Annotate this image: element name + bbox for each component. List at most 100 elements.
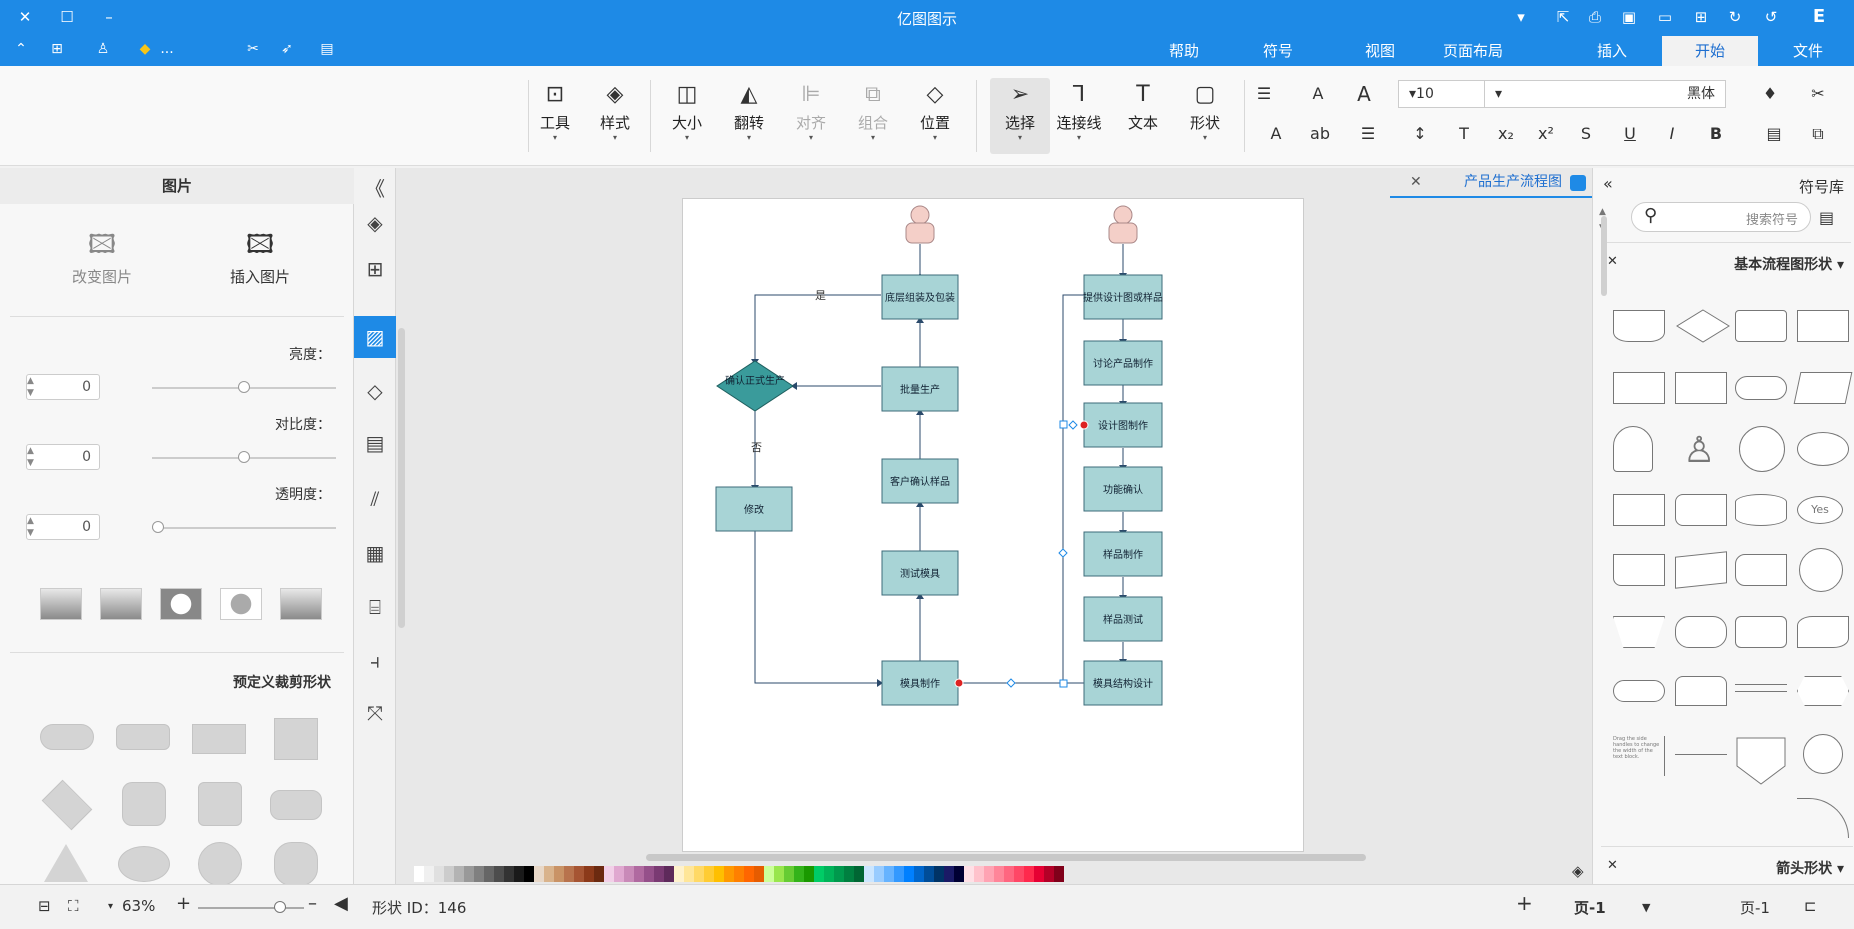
section-arrow-shapes[interactable]: 箭头形状 ▾ bbox=[1776, 858, 1844, 878]
redo-icon[interactable]: ↻ bbox=[1724, 6, 1746, 28]
shape-actor[interactable] bbox=[1613, 426, 1653, 472]
color-swatch[interactable] bbox=[824, 866, 834, 882]
crop-shape-ellipse[interactable] bbox=[118, 846, 170, 882]
actor-icon[interactable] bbox=[905, 205, 935, 244]
color-swatch[interactable] bbox=[884, 866, 894, 882]
shape-parallel-mode[interactable] bbox=[1735, 684, 1787, 692]
color-swatch[interactable] bbox=[814, 866, 824, 882]
document-tab[interactable]: ✕ 产品生产流程图 bbox=[1390, 168, 1592, 198]
increase-font-icon[interactable]: A bbox=[1352, 82, 1376, 106]
collapse-library-icon[interactable]: « bbox=[1603, 174, 1613, 193]
color-swatch[interactable] bbox=[904, 866, 914, 882]
layers-icon[interactable]: ◇ bbox=[360, 376, 390, 406]
shape-offpage[interactable] bbox=[1723, 737, 1786, 832]
color-swatch[interactable] bbox=[554, 866, 564, 882]
connection-point[interactable] bbox=[1079, 420, 1089, 430]
fill-icon[interactable]: ◈ bbox=[360, 208, 390, 238]
fit-width-icon[interactable]: ⊟ bbox=[38, 897, 51, 915]
contrast-knob[interactable] bbox=[238, 451, 250, 463]
crop-shape-square[interactable] bbox=[274, 718, 318, 760]
color-swatch[interactable] bbox=[754, 866, 764, 882]
position-button[interactable]: ◇ 位置 ▾ bbox=[910, 78, 960, 154]
color-swatch[interactable] bbox=[984, 866, 994, 882]
shape-decision[interactable] bbox=[1675, 308, 1731, 344]
color-swatch[interactable] bbox=[994, 866, 1004, 882]
fill-picker-icon[interactable]: ◈ bbox=[1572, 862, 1584, 880]
crop-shape-rounded-rect[interactable] bbox=[116, 724, 170, 750]
color-swatch[interactable] bbox=[524, 866, 534, 882]
shape-button[interactable]: ▢ 形状 ▾ bbox=[1180, 78, 1230, 154]
color-swatch[interactable] bbox=[414, 866, 424, 882]
color-swatch[interactable] bbox=[514, 866, 524, 882]
color-swatch[interactable] bbox=[594, 866, 604, 882]
shape-display[interactable] bbox=[1675, 616, 1727, 648]
color-swatch[interactable] bbox=[924, 866, 934, 882]
color-swatch[interactable] bbox=[604, 866, 614, 882]
color-swatch[interactable] bbox=[724, 866, 734, 882]
page-dropdown-icon[interactable]: ▼ bbox=[1642, 901, 1650, 914]
image-effect-thumb[interactable] bbox=[100, 588, 142, 620]
grid-icon[interactable]: ⊞ bbox=[46, 38, 68, 60]
expand-icon[interactable]: ⤧ bbox=[360, 698, 390, 728]
vertical-scrollbar[interactable] bbox=[398, 328, 405, 628]
shirt-icon[interactable]: ♙ bbox=[92, 38, 114, 60]
share-icon[interactable]: ▾ bbox=[1510, 6, 1532, 28]
table-icon[interactable]: ▦ bbox=[360, 538, 390, 568]
color-swatch[interactable] bbox=[1054, 866, 1064, 882]
cut-icon[interactable]: ✂ bbox=[1806, 82, 1830, 106]
connection-point[interactable] bbox=[954, 678, 964, 688]
save-icon[interactable]: ▣ bbox=[1618, 6, 1640, 28]
brightness-spinner[interactable]: ▲ ▼ 0 bbox=[26, 374, 100, 400]
zoom-out-icon[interactable]: – bbox=[308, 893, 317, 914]
color-swatch[interactable] bbox=[444, 866, 454, 882]
color-swatch[interactable] bbox=[834, 866, 844, 882]
close-tab-icon[interactable]: ✕ bbox=[1410, 168, 1422, 196]
tab-help[interactable]: 帮助 bbox=[1146, 36, 1222, 66]
color-swatch[interactable] bbox=[734, 866, 744, 882]
tab-insert[interactable]: 插入 bbox=[1570, 36, 1654, 66]
tab-symbols[interactable]: 符号 bbox=[1236, 36, 1320, 66]
color-swatch[interactable] bbox=[1034, 866, 1044, 882]
color-swatch[interactable] bbox=[684, 866, 694, 882]
flip-button[interactable]: ◭ 翻转 ▾ bbox=[724, 78, 774, 154]
paste-icon[interactable]: ▤ bbox=[1762, 122, 1786, 146]
page-view-icon[interactable]: ⊏ bbox=[1804, 897, 1817, 915]
contrast-spinner[interactable]: ▲ ▼ 0 bbox=[26, 444, 100, 470]
section-basic-flowchart[interactable]: 基本流程图形状 ▾ bbox=[1734, 254, 1844, 274]
text-direction-icon[interactable]: T bbox=[1452, 122, 1476, 146]
style-button[interactable]: ◈ 样式 ▾ bbox=[590, 78, 640, 154]
color-palette[interactable] bbox=[414, 866, 1064, 882]
image-effect-thumb[interactable] bbox=[280, 588, 322, 620]
brightness-knob[interactable] bbox=[238, 381, 250, 393]
color-swatch[interactable] bbox=[544, 866, 554, 882]
color-swatch[interactable] bbox=[434, 866, 444, 882]
zoom-in-icon[interactable]: + bbox=[176, 893, 191, 914]
tab-page-layout[interactable]: 页面布局 bbox=[1426, 36, 1520, 66]
insert-image-button[interactable]: 🖾 插入图片 bbox=[200, 226, 320, 287]
subscript-icon[interactable]: x₂ bbox=[1494, 122, 1518, 146]
shape-predefined[interactable] bbox=[1613, 372, 1665, 404]
tab-home[interactable]: 开始 bbox=[1662, 36, 1758, 66]
color-swatch[interactable] bbox=[844, 866, 854, 882]
shape-ellipse[interactable] bbox=[1797, 432, 1849, 466]
color-swatch[interactable] bbox=[454, 866, 464, 882]
shape-manual-operation[interactable] bbox=[1613, 616, 1665, 648]
shape-terminal[interactable] bbox=[1613, 680, 1665, 702]
change-image-button[interactable]: 🖾 改变图片 bbox=[42, 226, 162, 287]
color-swatch[interactable] bbox=[474, 866, 484, 882]
shape-terminator[interactable] bbox=[1735, 376, 1787, 400]
shape-card[interactable] bbox=[1613, 554, 1665, 586]
tools-button[interactable]: ⊡ 工具 ▾ bbox=[530, 78, 580, 154]
color-swatch[interactable] bbox=[714, 866, 724, 882]
copy-icon[interactable]: ⧉ bbox=[1806, 122, 1830, 146]
color-swatch[interactable] bbox=[1024, 866, 1034, 882]
close-section-icon[interactable]: ✕ bbox=[1607, 254, 1618, 269]
shape-tape[interactable] bbox=[1797, 616, 1849, 648]
color-swatch[interactable] bbox=[964, 866, 974, 882]
collapse-panel-icon[interactable]: 《 bbox=[360, 174, 390, 204]
zoom-knob[interactable] bbox=[274, 901, 286, 913]
pointer-icon[interactable]: ➶ bbox=[276, 38, 298, 60]
color-swatch[interactable] bbox=[954, 866, 964, 882]
list-icon[interactable]: ☰ bbox=[1252, 82, 1276, 106]
color-swatch[interactable] bbox=[484, 866, 494, 882]
